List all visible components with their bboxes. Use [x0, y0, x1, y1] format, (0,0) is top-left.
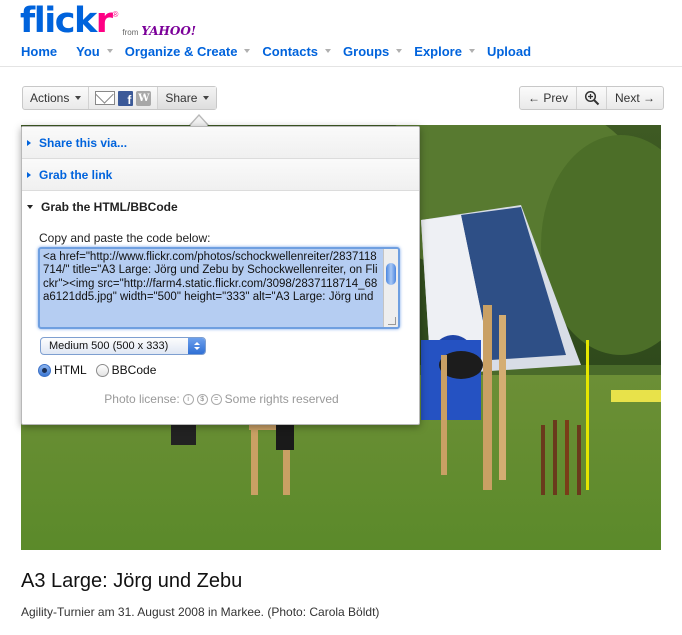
actions-button[interactable]: Actions	[23, 87, 88, 109]
triangle-right-icon	[27, 171, 31, 178]
embed-code-text: <a href="http://www.flickr.com/photos/sc…	[43, 251, 378, 303]
prev-button[interactable]: ← Prev	[520, 87, 576, 109]
share-via-label: Share this via...	[39, 135, 128, 150]
grab-link-section[interactable]: Grab the link	[22, 159, 419, 191]
embed-code-textarea[interactable]: <a href="http://www.flickr.com/photos/sc…	[38, 247, 400, 329]
license-text[interactable]: Some rights reserved	[225, 392, 339, 406]
nav-home-label: Home	[21, 43, 58, 59]
license-label: Photo license:	[104, 392, 180, 406]
photo-toolbar: Actions f W Share	[22, 86, 218, 110]
select-arrows-icon	[188, 338, 205, 354]
grab-html-label: Grab the HTML/BBCode	[41, 200, 178, 214]
share-panel: Share this via... Grab the link Grab the…	[21, 126, 420, 425]
nav-contacts-label: Contacts	[262, 43, 319, 59]
chevron-down-icon[interactable]	[325, 49, 332, 53]
nav-upload-label: Upload	[486, 43, 532, 59]
copy-instructions: Copy and paste the code below:	[39, 231, 211, 245]
cc-attribution-icon[interactable]: i	[182, 393, 194, 405]
grab-html-section[interactable]: Grab the HTML/BBCode	[22, 191, 419, 223]
flickr-logo[interactable]: flick r ® from YAHOO!	[20, 2, 196, 42]
nav-explore-label: Explore	[414, 43, 462, 59]
panel-pointer-inner	[190, 116, 208, 126]
share-via-section[interactable]: Share this via...	[22, 127, 419, 159]
zoom-icon	[584, 90, 599, 106]
grab-link-label: Grab the link	[39, 167, 113, 182]
actions-label: Actions	[30, 91, 70, 105]
nav-contacts[interactable]: Contacts	[262, 44, 343, 59]
nav-upload[interactable]: Upload	[487, 44, 531, 59]
wordpress-icon[interactable]: W	[136, 90, 152, 106]
next-label: Next →	[615, 91, 656, 105]
triangle-down-icon	[27, 205, 33, 209]
triangle-right-icon	[27, 139, 31, 146]
chevron-down-icon[interactable]	[468, 49, 475, 53]
chevron-down-icon	[75, 96, 82, 100]
nav-organize-label: Organize & Create	[124, 43, 238, 59]
photo-description: Agility-Turnier am 31. August 2008 in Ma…	[21, 605, 380, 619]
chevron-down-icon[interactable]	[106, 49, 113, 53]
chevron-down-icon	[203, 96, 210, 100]
photo-pager: ← Prev Next →	[519, 86, 665, 110]
format-radio-group: HTML BBCode	[38, 363, 165, 377]
nav-home[interactable]: Home	[21, 44, 76, 59]
logo-flickr-blue: flick	[20, 1, 97, 41]
chevron-down-icon[interactable]	[396, 49, 403, 53]
share-button[interactable]: Share	[157, 87, 217, 109]
zoom-button[interactable]	[576, 87, 606, 109]
photo-license: Photo license: i $ = Some rights reserve…	[22, 392, 421, 406]
header-divider	[0, 66, 682, 67]
nav-groups[interactable]: Groups	[343, 44, 414, 59]
size-select[interactable]: Medium 500 (500 x 333)	[40, 337, 206, 355]
photo-title: A3 Large: Jörg und Zebu	[21, 570, 243, 592]
prev-label: ← Prev	[528, 91, 569, 105]
nav-you-label: You	[76, 43, 100, 59]
resize-grip-icon[interactable]	[388, 317, 396, 325]
nav-you[interactable]: You	[76, 44, 125, 59]
nav-explore[interactable]: Explore	[414, 44, 487, 59]
bbcode-radio-label[interactable]: BBCode	[112, 363, 157, 377]
logo-flickr-pink: r	[95, 1, 113, 41]
yahoo-logo: YAHOO!	[141, 24, 197, 38]
logo-from: from	[122, 28, 139, 37]
share-label: Share	[165, 91, 198, 105]
main-nav: Home You Organize & Create Contacts Grou…	[21, 42, 531, 60]
email-icon[interactable]	[95, 91, 116, 105]
chevron-down-icon[interactable]	[244, 49, 251, 53]
scrollbar-thumb[interactable]	[386, 263, 396, 285]
size-select-value: Medium 500 (500 x 333)	[49, 340, 169, 352]
nav-groups-label: Groups	[343, 43, 390, 59]
html-radio[interactable]	[38, 363, 51, 377]
facebook-icon[interactable]: f	[118, 90, 134, 106]
nav-organize[interactable]: Organize & Create	[125, 44, 263, 59]
cc-noderivs-icon[interactable]: =	[210, 393, 222, 405]
quick-share-icons: f W	[88, 87, 157, 109]
logo-registered: ®	[112, 10, 119, 19]
next-button[interactable]: Next →	[606, 87, 663, 109]
html-radio-label[interactable]: HTML	[54, 363, 87, 377]
bbcode-radio[interactable]	[95, 363, 109, 377]
cc-noncommercial-icon[interactable]: $	[196, 393, 208, 405]
code-scrollbar[interactable]	[383, 249, 398, 327]
